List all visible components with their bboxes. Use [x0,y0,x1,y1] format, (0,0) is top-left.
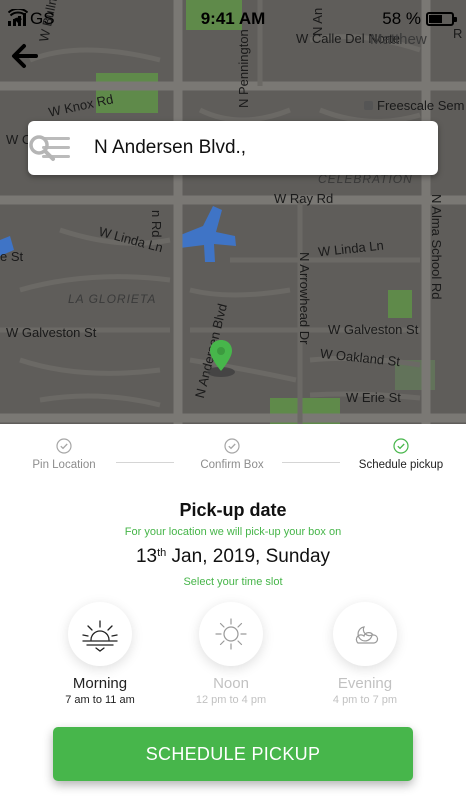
step-divider [282,462,340,463]
search-input[interactable]: N Andersen Blvd., [94,137,246,159]
battery-icon [426,12,457,26]
street-label: W Erie St [346,390,401,405]
slot-noon-circle[interactable] [199,602,263,666]
slot-hours: 4 pm to 7 pm [332,694,398,706]
moon-cloud-icon [355,626,379,644]
poi-name: Freescale Sem [377,98,465,113]
step-schedule-pickup: Schedule pickup [346,438,456,471]
back-button[interactable] [10,42,42,70]
slot-hint: Select your time slot [183,576,283,588]
step-label: Schedule pickup [358,459,444,471]
street-label: N Pennington [236,29,251,108]
date-day: 13 [135,546,158,567]
battery-percent: 58 % [382,9,421,28]
step-divider [116,462,174,463]
street-label: W Galveston St [6,325,97,340]
poi-label: Freescale Sem [364,98,464,113]
schedule-pickup-button[interactable]: SCHEDULE PICKUP [53,727,413,781]
date-suffix: th [157,547,167,559]
back-arrow-icon [12,44,38,68]
step-label: Pin Location [32,459,96,471]
search-icon[interactable] [28,134,56,162]
status-right: 58 % [382,9,457,29]
slot-hours: 12 pm to 4 pm [195,694,267,706]
step-pin-location: Pin Location [14,438,114,471]
location-pin-icon[interactable] [206,338,236,378]
pickup-title: Pick-up date [179,500,287,520]
street-label: N Arrowhead Dr [297,252,312,345]
slot-morning[interactable]: Morning 7 am to 11 am [45,602,155,706]
search-bar[interactable]: N Andersen Blvd., [28,121,438,175]
slot-evening[interactable]: Evening 4 pm to 7 pm [310,602,420,706]
step-label: Confirm Box [200,459,264,471]
check-circle-icon [393,438,409,454]
check-circle-icon [56,438,72,454]
street-label: n Rd [149,210,164,238]
street-label: N Alma School Rd [429,194,444,300]
battery-fill [429,15,442,23]
pickup-subtitle: For your location we will pick-up your b… [124,526,342,538]
sun-icon [215,618,247,650]
sunrise-icon [82,620,118,652]
slot-noon[interactable]: Noon 12 pm to 4 pm [176,602,286,706]
pickup-sheet: Pin Location Confirm Box Schedule pickup… [0,424,466,800]
slot-name: Morning [72,675,128,692]
pickup-date: 13th Jan, 2019, Sunday [0,546,466,568]
street-label: e St [0,249,24,264]
slot-evening-circle[interactable] [333,602,397,666]
slot-hours: 7 am to 11 am [65,694,135,706]
poi-icon [364,101,373,110]
status-bar: GS 9:41 AM 58 % [0,0,466,38]
street-label: W Ray Rd [274,191,334,206]
check-circle-icon [224,438,240,454]
area-label: LA GLORIETA [68,292,157,306]
app-screen: W Bullmoos N Pennington N An W Calle Del… [0,0,466,800]
slot-name: Evening [337,675,393,692]
map-view[interactable]: W Bullmoos N Pennington N An W Calle Del… [0,0,466,424]
step-confirm-box: Confirm Box [182,438,282,471]
street-label: W Galveston St [328,322,419,337]
date-rest: Jan, 2019, Sunday [166,546,331,567]
slot-name: Noon [213,675,249,692]
slot-morning-circle[interactable] [68,602,132,666]
